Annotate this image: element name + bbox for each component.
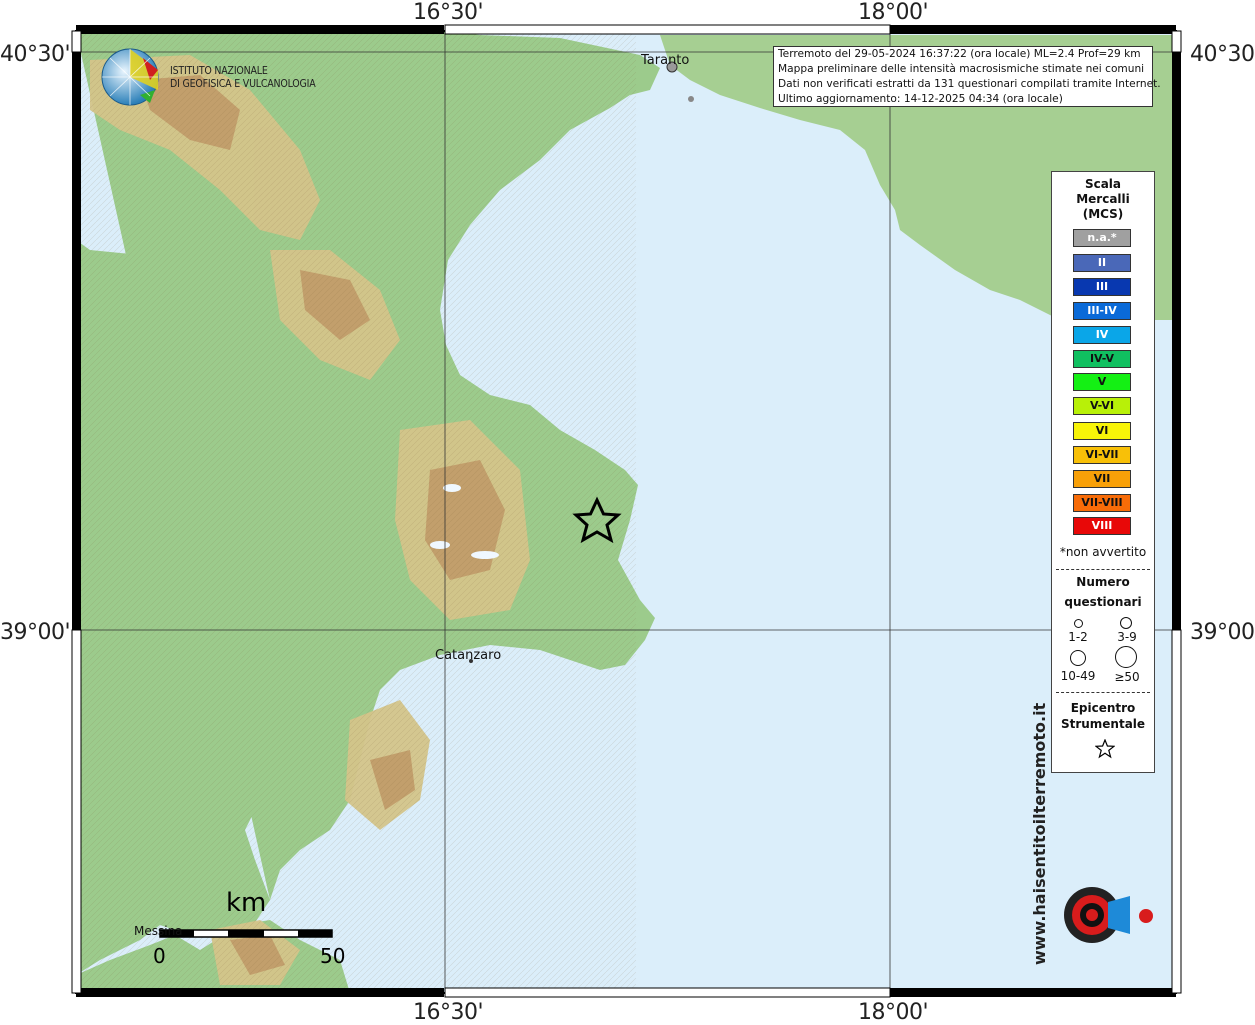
count-label-3: 10-49: [1060, 669, 1096, 683]
epicenter-title-2: Strumentale: [1060, 717, 1146, 731]
legend-swatch-vii-viii: VII-VIII: [1073, 494, 1131, 512]
coord-bottom-2: 18°00': [858, 1000, 929, 1025]
lake: [430, 541, 450, 549]
legend-swatch-viii: VIII: [1073, 517, 1131, 535]
event-info-box: Terremoto del 29-05-2024 16:37:22 (ora l…: [773, 46, 1161, 107]
count-title-2: questionari: [1064, 595, 1142, 609]
scale-unit: km: [226, 888, 267, 918]
legend-swatch-v-vi: V-VI: [1073, 397, 1131, 415]
info-line2: Mappa preliminare delle intensità macros…: [778, 63, 1145, 75]
ingv-logo-text: ISTITUTO NAZIONALE DI GEOFISICA E VULCAN…: [170, 65, 316, 91]
legend-swatch-iii-iv: III-IV: [1073, 302, 1131, 320]
epicenter-title-1: Epicentro: [1070, 701, 1136, 715]
legend-title-1: Scala: [1084, 177, 1122, 191]
ingv-logo-icon: [101, 48, 159, 106]
legend-note: *non avvertito: [1059, 545, 1147, 559]
info-line3: Dati non verificati estratti da 131 ques…: [778, 78, 1161, 90]
count-label-1: 1-2: [1068, 630, 1088, 644]
count-circle-medium: [1120, 617, 1132, 629]
legend-swatch-iv: IV: [1073, 326, 1131, 344]
scale-start: 0: [153, 944, 166, 968]
count-label-2: 3-9: [1117, 630, 1137, 644]
count-circle-small: [1074, 619, 1083, 628]
legend-title-2: Mercalli: [1076, 192, 1130, 206]
coord-left-1: 40°30': [0, 42, 71, 67]
lake: [443, 484, 461, 492]
ingv-line1: ISTITUTO NAZIONALE: [170, 65, 268, 77]
coord-left-2: 39°00': [0, 620, 71, 645]
legend-divider-2: [1056, 692, 1150, 693]
city-label-catanzaro: Catanzaro: [435, 648, 502, 663]
count-circle-large: [1070, 650, 1086, 666]
count-label-4: ≥50: [1114, 670, 1140, 684]
legend-swatch-vii: VII: [1073, 470, 1131, 488]
coord-top-2: 18°00': [858, 0, 929, 25]
city-label-messina: Messina: [134, 924, 183, 938]
city-label-taranto: Taranto: [641, 53, 690, 68]
watermark-text: www.haisentitoilterremoto.it: [1030, 702, 1049, 965]
count-title-1: Numero: [1076, 575, 1130, 589]
relief-texture: [76, 31, 636, 993]
legend-divider: [1056, 569, 1150, 570]
lake: [471, 551, 499, 559]
legend-swatch-n-a-: n.a.*: [1073, 229, 1131, 247]
legend-swatch-vi: VI: [1073, 422, 1131, 440]
legend-swatch-ii: II: [1073, 254, 1131, 272]
legend-swatch-iii: III: [1073, 278, 1131, 296]
coord-top-1: 16°30': [413, 0, 484, 25]
intensity-legend: Scala Mercalli (MCS) n.a.* II III III-IV IV I…: [1051, 171, 1155, 773]
legend-title-3: (MCS): [1082, 207, 1124, 221]
legend-swatch-vi-vii: VI-VII: [1073, 446, 1131, 464]
info-line4: Ultimo aggiornamento: 14-12-2025 04:34 (…: [778, 93, 1063, 105]
info-line1: Terremoto del 29-05-2024 16:37:22 (ora l…: [778, 48, 1141, 60]
legend-swatch-iv-v: IV-V: [1073, 350, 1131, 368]
coord-right-2: 39°00': [1190, 620, 1255, 645]
ingv-line2: DI GEOFISICA E VULCANOLOGIA: [170, 78, 316, 90]
city-marker-other: [688, 96, 694, 102]
count-circle-xlarge: [1115, 646, 1137, 668]
coord-bottom-1: 16°30': [413, 1000, 484, 1025]
legend-swatch-v: V: [1073, 373, 1131, 391]
scale-end: 50: [320, 944, 346, 968]
coord-right-1: 40°30': [1190, 42, 1255, 67]
legend-star-icon: [1095, 739, 1115, 759]
legend-title: Scala Mercalli (MCS): [1052, 177, 1154, 222]
scale-bar: [159, 929, 333, 938]
